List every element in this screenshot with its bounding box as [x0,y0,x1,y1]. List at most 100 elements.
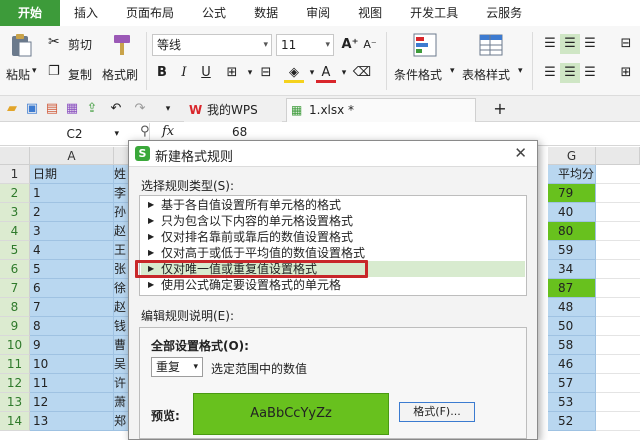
cell-a[interactable]: 12 [30,393,114,412]
cell-g[interactable]: 48 [548,298,596,317]
row-header[interactable]: 10 [0,336,30,355]
cell-g[interactable]: 53 [548,393,596,412]
tab-3[interactable]: 公式 [188,0,240,26]
cell-a[interactable]: 9 [30,336,114,355]
cell-a[interactable]: 1 [30,184,114,203]
rule-type-item[interactable]: ▶ 基于各自值设置所有单元格的格式 [141,197,525,213]
conditional-format-icon[interactable] [412,32,438,58]
row-header[interactable]: 11 [0,355,30,374]
chevron-down-icon[interactable]: ▾ [518,66,523,76]
cell-g[interactable]: 87 [548,279,596,298]
scissors-icon[interactable]: ✂ [48,34,60,50]
conditional-format-button[interactable]: 条件格式 [394,66,442,83]
tab-6[interactable]: 视图 [344,0,396,26]
tab-0[interactable]: 开始 [0,0,61,26]
align-left-icon[interactable]: ☰ [540,63,560,83]
tab-my-wps[interactable]: W 我的WPS [184,98,282,122]
cell-h[interactable] [596,393,640,412]
cell-a[interactable]: 4 [30,241,114,260]
print-icon[interactable]: ▤ [44,101,60,117]
dialog-titlebar[interactable]: S 新建格式规则 ✕ [129,141,537,167]
copy-button[interactable]: 复制 [68,66,92,83]
cell-a[interactable]: 10 [30,355,114,374]
formula-input[interactable]: 68 [232,125,247,139]
clear-format-icon[interactable]: ⌫ [352,63,372,83]
format-painter-icon[interactable] [108,32,134,58]
align-center-icon[interactable]: ☰ [560,63,580,83]
cell-a[interactable]: 日期 [30,165,114,184]
paste-icon[interactable] [8,32,34,58]
cell-a[interactable]: 7 [30,298,114,317]
font-size-select[interactable]: 11 ▾ [276,34,334,56]
cut-button[interactable]: 剪切 [68,36,92,53]
cell-h[interactable] [596,203,640,222]
row-header[interactable]: 4 [0,222,30,241]
save-icon[interactable]: ▣ [24,101,40,117]
table-style-icon[interactable] [478,32,504,58]
tab-7[interactable]: 开发工具 [396,0,472,26]
tab-file[interactable]: ▦ 1.xlsx * [286,98,476,122]
duplicate-unique-select[interactable]: 重复 ▾ [151,357,203,377]
tab-8[interactable]: 云服务 [472,0,536,26]
cell-h[interactable] [596,260,640,279]
row-header[interactable]: 1 [0,165,30,184]
copy-icon[interactable]: ❐ [48,64,60,79]
cell-g[interactable]: 34 [548,260,596,279]
tab-5[interactable]: 审阅 [292,0,344,26]
row-header[interactable]: 12 [0,374,30,393]
wrap-text-icon[interactable]: ⊟ [616,34,636,54]
corner-select-all[interactable] [0,147,30,165]
rule-type-item[interactable]: ▶ 仅对高于或低于平均值的数值设置格式 [141,245,525,261]
row-header[interactable]: 3 [0,203,30,222]
shrink-font-icon[interactable]: A⁻ [360,35,380,55]
bold-button[interactable]: B [152,63,172,83]
cell-g[interactable]: 80 [548,222,596,241]
cell-h[interactable] [596,374,640,393]
format-painter-button[interactable]: 格式刷 [102,66,138,83]
folder-icon[interactable]: ▰ [4,101,20,117]
close-icon[interactable]: ✕ [514,144,527,162]
cell-g[interactable]: 59 [548,241,596,260]
row-header[interactable]: 2 [0,184,30,203]
cell-a[interactable]: 2 [30,203,114,222]
cell-g[interactable]: 46 [548,355,596,374]
cell-a[interactable]: 11 [30,374,114,393]
grow-font-icon[interactable]: A⁺ [340,35,360,55]
tab-4[interactable]: 数据 [240,0,292,26]
chevron-down-icon[interactable]: ▾ [450,66,455,76]
row-header[interactable]: 7 [0,279,30,298]
align-bottom-icon[interactable]: ☰ [580,34,600,54]
rule-type-item[interactable]: ▶ 仅对排名靠前或靠后的数值设置格式 [141,229,525,245]
cell-h[interactable] [596,241,640,260]
cell-h[interactable] [596,355,640,374]
customize-icon[interactable]: ▾ [160,101,176,117]
redo-icon[interactable]: ↷ [132,101,148,117]
cell-a[interactable]: 3 [30,222,114,241]
cell-g[interactable]: 平均分 [548,165,596,184]
paste-dropdown-icon[interactable]: ▾ [32,66,37,76]
font-color-icon[interactable]: A [316,63,336,83]
cell-g[interactable]: 40 [548,203,596,222]
column-header-g[interactable]: G [548,147,596,165]
cell-h[interactable] [596,279,640,298]
row-header[interactable]: 13 [0,393,30,412]
align-right-icon[interactable]: ☰ [580,63,600,83]
cell-h[interactable] [596,336,640,355]
row-header[interactable]: 9 [0,317,30,336]
cell-g[interactable]: 79 [548,184,596,203]
cell-h[interactable] [596,184,640,203]
cell-h[interactable] [596,298,640,317]
cell-g[interactable]: 52 [548,412,596,431]
row-header[interactable]: 14 [0,412,30,431]
merge-icon[interactable]: ⊟ [256,63,276,83]
cell-g[interactable]: 50 [548,317,596,336]
cell-h[interactable] [596,222,640,241]
align-top-icon[interactable]: ☰ [540,34,560,54]
zoom-icon[interactable]: ⚲ [140,124,150,139]
row-header[interactable]: 8 [0,298,30,317]
row-header[interactable]: 6 [0,260,30,279]
fx-icon[interactable]: fx [162,124,174,139]
cell-h[interactable] [596,412,640,431]
column-header-a[interactable]: A [30,147,114,165]
font-name-select[interactable]: 等线 ▾ [152,34,272,56]
